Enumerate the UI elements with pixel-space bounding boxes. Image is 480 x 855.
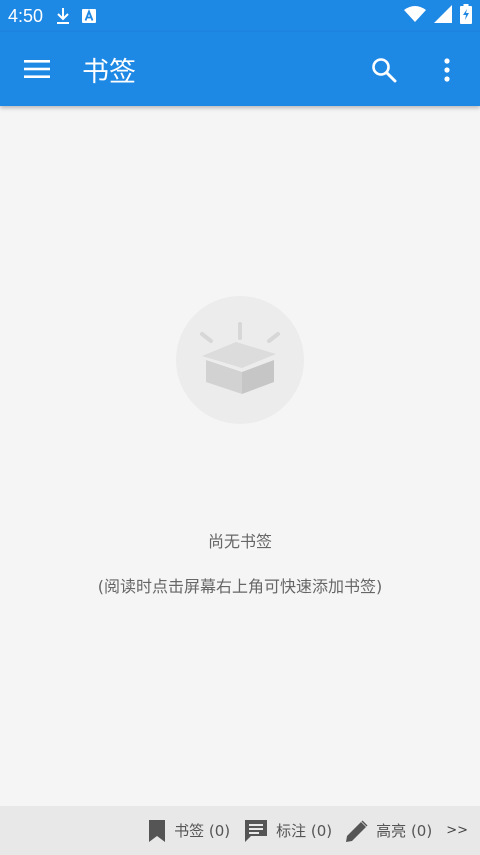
empty-state-title: 尚无书签 [207,532,272,551]
status-right-icons [404,0,472,32]
more-vert-icon [444,58,450,82]
a-box-icon [81,8,97,24]
search-button[interactable] [368,54,400,86]
annotations-tab[interactable]: 标注 (0) [244,819,332,843]
bookmarks-tab-label: 书签 (0) [174,822,231,840]
empty-state-hint: (阅读时点击屏幕右上角可快速添加书签) [97,577,383,596]
bottom-bar: 书签 (0) 标注 (0) 高亮 (0) >> [0,806,480,855]
highlights-tab-label: 高亮 (0) [376,822,433,840]
status-bar: 4:50 [0,0,480,32]
comment-icon [245,819,268,842]
highlights-tab[interactable]: 高亮 (0) [346,820,432,842]
menu-button[interactable] [22,54,52,84]
battery-charging-icon [460,4,472,28]
more-options-button[interactable] [432,54,462,86]
empty-box-icon [200,322,280,394]
download-icon [55,7,71,25]
wifi-icon [404,6,426,26]
more-tabs-button[interactable]: >> [446,823,468,838]
annotations-tab-label: 标注 (0) [276,822,333,840]
search-icon [372,58,397,83]
bookmarks-tab[interactable]: 书签 (0) [148,819,231,842]
page-title: 书签 [82,57,136,88]
status-time: 4:50 [8,5,44,26]
empty-state-illustration [176,296,304,424]
app-bar: 书签 [0,32,480,106]
pencil-icon [346,820,368,842]
signal-icon [434,5,452,27]
menu-icon [24,60,50,78]
bookmark-icon [149,819,166,842]
